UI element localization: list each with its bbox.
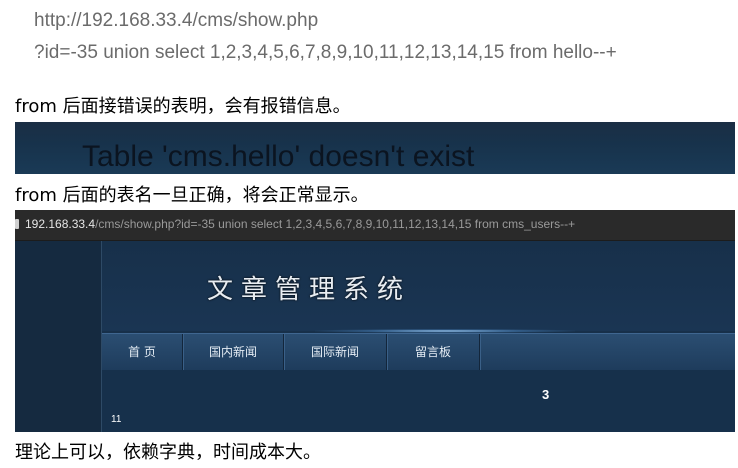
site-page: 文章管理系统 首 页 国内新闻 国际新闻 留言板 3	[15, 241, 735, 432]
url-text-line1: http://192.168.33.4/cms/show.php	[34, 10, 319, 31]
address-bar[interactable]: 192.168.33.4/cms/show.php?id=-35 union s…	[15, 210, 735, 241]
note-correct-table: from 后面的表名一旦正确，将会正常显示。	[15, 185, 369, 206]
injected-value-11: 11	[111, 414, 122, 425]
url-text-line2: ?id=-35 union select 1,2,3,4,5,6,7,8,9,1…	[34, 42, 617, 63]
nav-item-domestic-news[interactable]: 国内新闻	[183, 334, 284, 370]
error-screenshot: Table 'cms.hello' doesn't exist	[15, 122, 735, 174]
content-area: 3	[102, 370, 735, 432]
left-strip	[15, 241, 102, 432]
address-path: /cms/show.php?id=-35 union select 1,2,3,…	[95, 217, 576, 231]
browser-screenshot: 192.168.33.4/cms/show.php?id=-35 union s…	[15, 210, 735, 432]
nav-item-home[interactable]: 首 页	[102, 334, 183, 370]
address-host: 192.168.33.4	[25, 217, 96, 231]
nav-bar: 首 页 国内新闻 国际新闻 留言板	[102, 333, 735, 371]
address-url[interactable]: 192.168.33.4/cms/show.php?id=-35 union s…	[25, 217, 575, 231]
site-title: 文章管理系统	[207, 275, 412, 305]
injected-value-3: 3	[542, 387, 550, 402]
site-banner: 文章管理系统	[102, 241, 735, 331]
nav-item-intl-news[interactable]: 国际新闻	[284, 334, 387, 370]
note-error-table: from 后面接错误的表明，会有报错信息。	[15, 96, 351, 117]
error-message: Table 'cms.hello' doesn't exist	[82, 140, 475, 173]
tab-edge-icon	[15, 219, 19, 229]
nav-item-guestbook[interactable]: 留言板	[387, 334, 480, 370]
note-dictionary: 理论上可以，依赖字典，时间成本大。	[15, 442, 321, 463]
